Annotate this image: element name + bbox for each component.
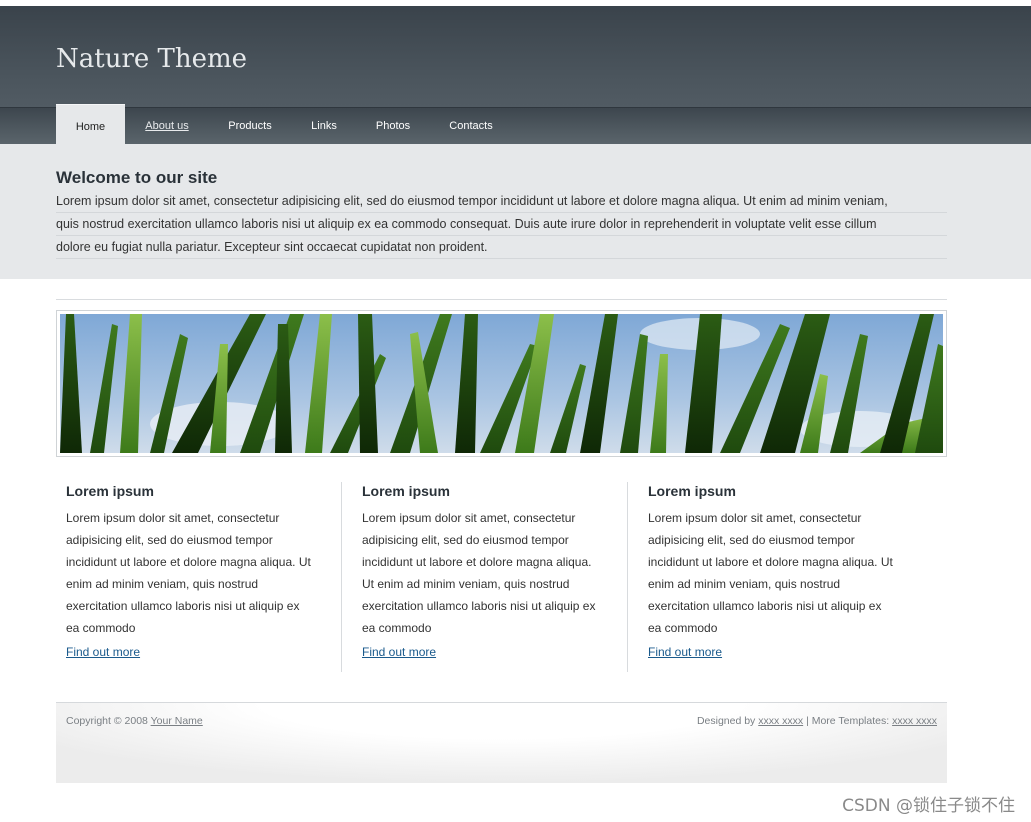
nav-home[interactable]: Home xyxy=(56,104,125,145)
column-divider xyxy=(627,482,628,672)
banner-frame xyxy=(56,310,947,457)
copyright-text: Copyright © 2008 xyxy=(66,715,148,727)
column-line: exercitation ullamco laboris nisi ut ali… xyxy=(362,599,596,613)
column-heading: Lorem ipsum xyxy=(648,483,736,499)
grass-banner-image xyxy=(60,314,943,453)
column-line: ea commodo xyxy=(362,621,432,635)
column-line: ea commodo xyxy=(66,621,136,635)
nav-about-us[interactable]: About us xyxy=(132,108,202,145)
column-divider xyxy=(341,482,342,672)
nav-products[interactable]: Products xyxy=(215,108,285,145)
column-line: Lorem ipsum dolor sit amet, consectetur xyxy=(66,511,280,525)
csdn-watermark: CSDN @锁住子锁不住 xyxy=(842,796,1015,816)
nav-contacts[interactable]: Contacts xyxy=(436,108,506,145)
nav-links[interactable]: Links xyxy=(298,108,350,145)
welcome-section: Welcome to our site Lorem ipsum dolor si… xyxy=(0,144,1031,279)
column-line: Lorem ipsum dolor sit amet, consectetur xyxy=(648,511,862,525)
divider xyxy=(56,299,947,300)
feature-column-1: Lorem ipsum Lorem ipsum dolor sit amet, … xyxy=(66,483,336,659)
footer-credits: Designed by xxxx xxxx | More Templates: … xyxy=(697,715,937,727)
templates-link[interactable]: xxxx xxxx xyxy=(892,715,937,727)
welcome-line: dolore eu fugiat nulla pariatur. Excepte… xyxy=(56,236,947,259)
column-line: adipisicing elit, sed do eiusmod tempor xyxy=(362,533,569,547)
column-heading: Lorem ipsum xyxy=(362,483,450,499)
find-out-more-link[interactable]: Find out more xyxy=(362,645,632,659)
column-heading: Lorem ipsum xyxy=(66,483,154,499)
main-nav: Home About us Products Links Photos Cont… xyxy=(0,104,1031,145)
column-text: Lorem ipsum dolor sit amet, consectetur … xyxy=(66,507,336,639)
welcome-line: Lorem ipsum dolor sit amet, consectetur … xyxy=(56,190,947,213)
more-templates-text: | More Templates: xyxy=(806,715,890,727)
your-name-link[interactable]: Your Name xyxy=(151,715,203,727)
column-line: adipisicing elit, sed do eiusmod tempor xyxy=(66,533,273,547)
column-line: adipisicing elit, sed do eiusmod tempor xyxy=(648,533,855,547)
column-line: enim ad minim veniam, quis nostrud xyxy=(648,577,841,591)
welcome-heading: Welcome to our site xyxy=(56,168,218,187)
designer-link[interactable]: xxxx xxxx xyxy=(758,715,803,727)
column-line: enim ad minim veniam, quis nostrud xyxy=(66,577,259,591)
column-line: exercitation ullamco laboris nisi ut ali… xyxy=(648,599,882,613)
column-line: Ut enim ad minim veniam, quis nostrud xyxy=(362,577,570,591)
column-text: Lorem ipsum dolor sit amet, consectetur … xyxy=(648,507,918,639)
feature-column-2: Lorem ipsum Lorem ipsum dolor sit amet, … xyxy=(362,483,632,659)
column-line: incididunt ut labore et dolore magna ali… xyxy=(66,555,311,569)
find-out-more-link[interactable]: Find out more xyxy=(66,645,336,659)
nav-photos[interactable]: Photos xyxy=(365,108,421,145)
column-line: Lorem ipsum dolor sit amet, consectetur xyxy=(362,511,576,525)
column-line: ea commodo xyxy=(648,621,718,635)
site-title[interactable]: Nature Theme xyxy=(56,44,247,74)
column-line: incididunt ut labore et dolore magna ali… xyxy=(362,555,592,569)
designed-by-text: Designed by xyxy=(696,715,756,727)
column-line: incididunt ut labore et dolore magna ali… xyxy=(648,555,893,569)
welcome-line: quis nostrud exercitation ullamco labori… xyxy=(56,213,947,236)
column-text: Lorem ipsum dolor sit amet, consectetur … xyxy=(362,507,632,639)
site-header: Nature Theme xyxy=(0,6,1031,107)
feature-column-3: Lorem ipsum Lorem ipsum dolor sit amet, … xyxy=(648,483,918,659)
column-line: exercitation ullamco laboris nisi ut ali… xyxy=(66,599,300,613)
footer-copyright: Copyright © 2008 Your Name xyxy=(66,715,203,727)
find-out-more-link[interactable]: Find out more xyxy=(648,645,918,659)
